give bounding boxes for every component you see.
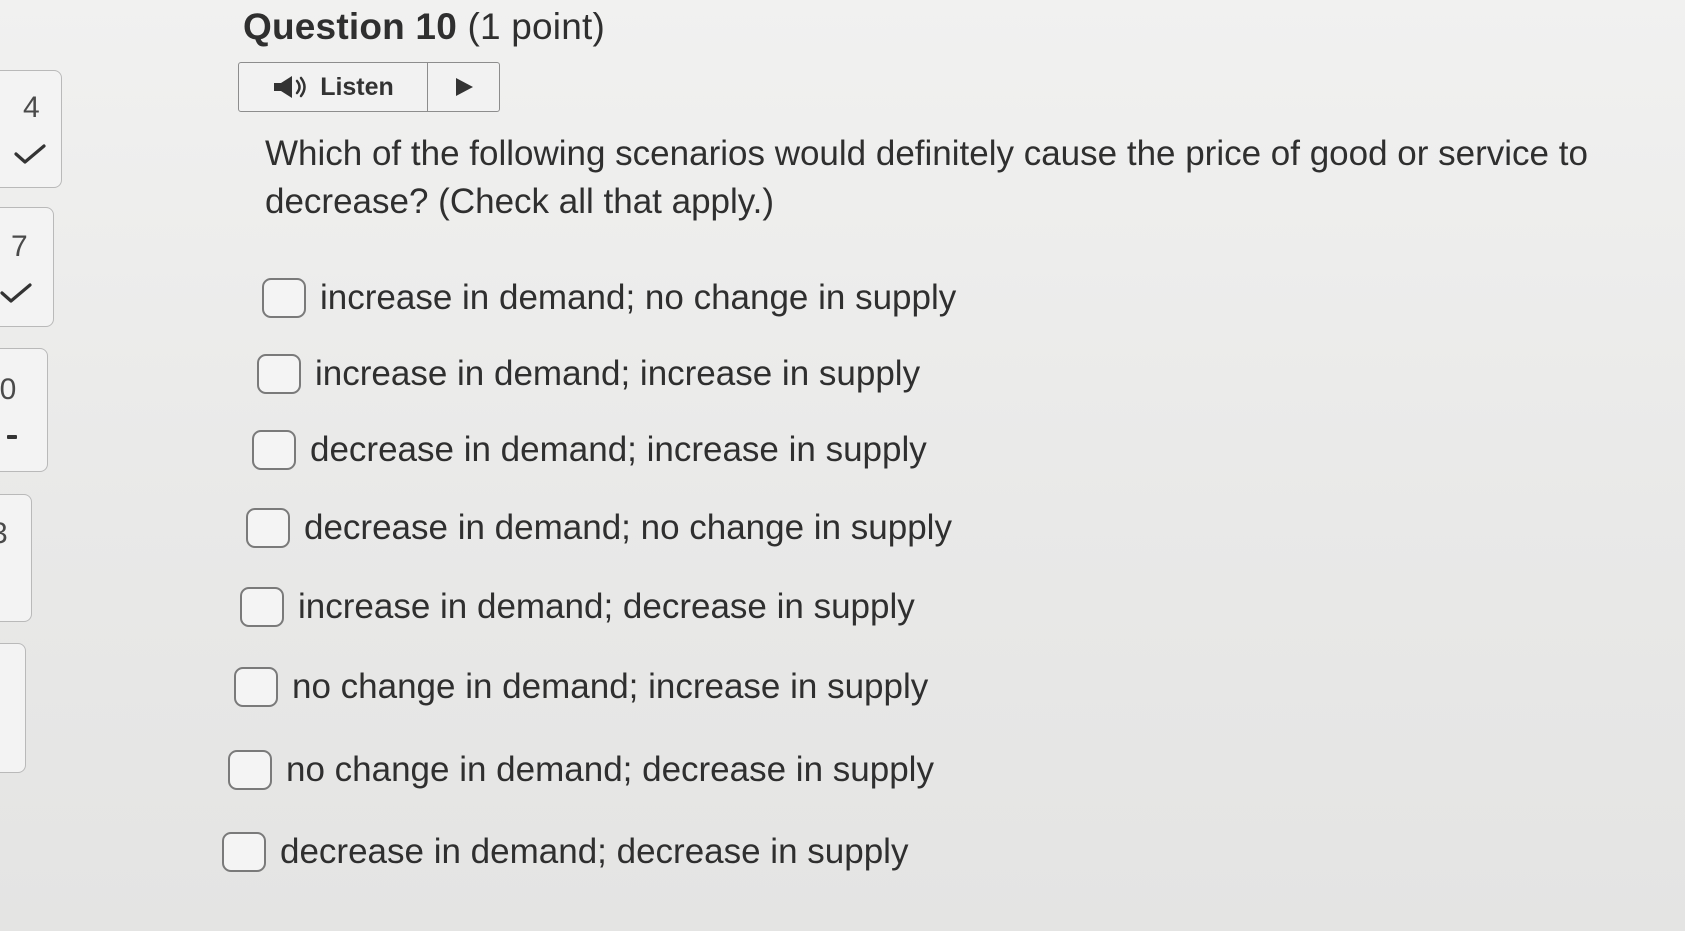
option-checkbox[interactable] [234,667,278,707]
option-label: increase in demand; decrease in supply [298,587,915,626]
nav-item-number: 4 [23,91,40,124]
nav-item-number: 10 [0,373,17,406]
option-label: increase in demand; no change in supply [320,278,957,317]
play-icon [455,78,473,96]
dash-icon [7,435,17,439]
check-icon [0,283,32,303]
option-label: decrease in demand; increase in supply [310,430,927,469]
play-button[interactable] [428,63,499,111]
option-2[interactable]: increase in demand; increase in supply [257,354,920,394]
question-text: Which of the following scenarios would d… [265,134,1588,221]
nav-item-number: 3 [0,517,8,551]
option-1[interactable]: increase in demand; no change in supply [262,278,956,318]
check-icon [14,144,46,164]
nav-item-7[interactable]: 7 [0,207,54,327]
question-label: Question 10 [243,6,457,47]
listen-label: Listen [320,72,394,101]
option-label: no change in demand; decrease in supply [286,750,934,789]
option-label: decrease in demand; decrease in supply [280,832,909,871]
question-title: Question 10 (1 point) [243,6,605,48]
option-label: increase in demand; increase in supply [315,354,921,393]
option-7[interactable]: no change in demand; decrease in supply [228,750,934,790]
nav-item-next[interactable] [0,643,26,773]
option-checkbox[interactable] [262,278,306,318]
nav-item-3[interactable]: 3 [0,494,32,622]
option-label: no change in demand; increase in supply [292,667,929,706]
option-5[interactable]: increase in demand; decrease in supply [240,587,915,627]
option-checkbox[interactable] [252,430,296,470]
option-checkbox[interactable] [246,508,290,548]
question-points: (1 point) [467,6,606,47]
listen-widget: Listen [238,62,500,112]
nav-item-number: 7 [11,230,28,263]
option-checkbox[interactable] [222,832,266,872]
listen-button[interactable]: Listen [239,63,428,111]
option-checkbox[interactable] [257,354,301,394]
option-checkbox[interactable] [240,587,284,627]
option-checkbox[interactable] [228,750,272,790]
option-6[interactable]: no change in demand; increase in supply [234,667,928,707]
option-3[interactable]: decrease in demand; increase in supply [252,430,927,470]
option-8[interactable]: decrease in demand; decrease in supply [222,832,908,872]
nav-item-10[interactable]: 10 [0,348,48,472]
nav-item-4[interactable]: 4 [0,70,62,188]
option-4[interactable]: decrease in demand; no change in supply [246,508,952,548]
speaker-icon [274,76,306,98]
option-label: decrease in demand; no change in supply [304,508,952,547]
